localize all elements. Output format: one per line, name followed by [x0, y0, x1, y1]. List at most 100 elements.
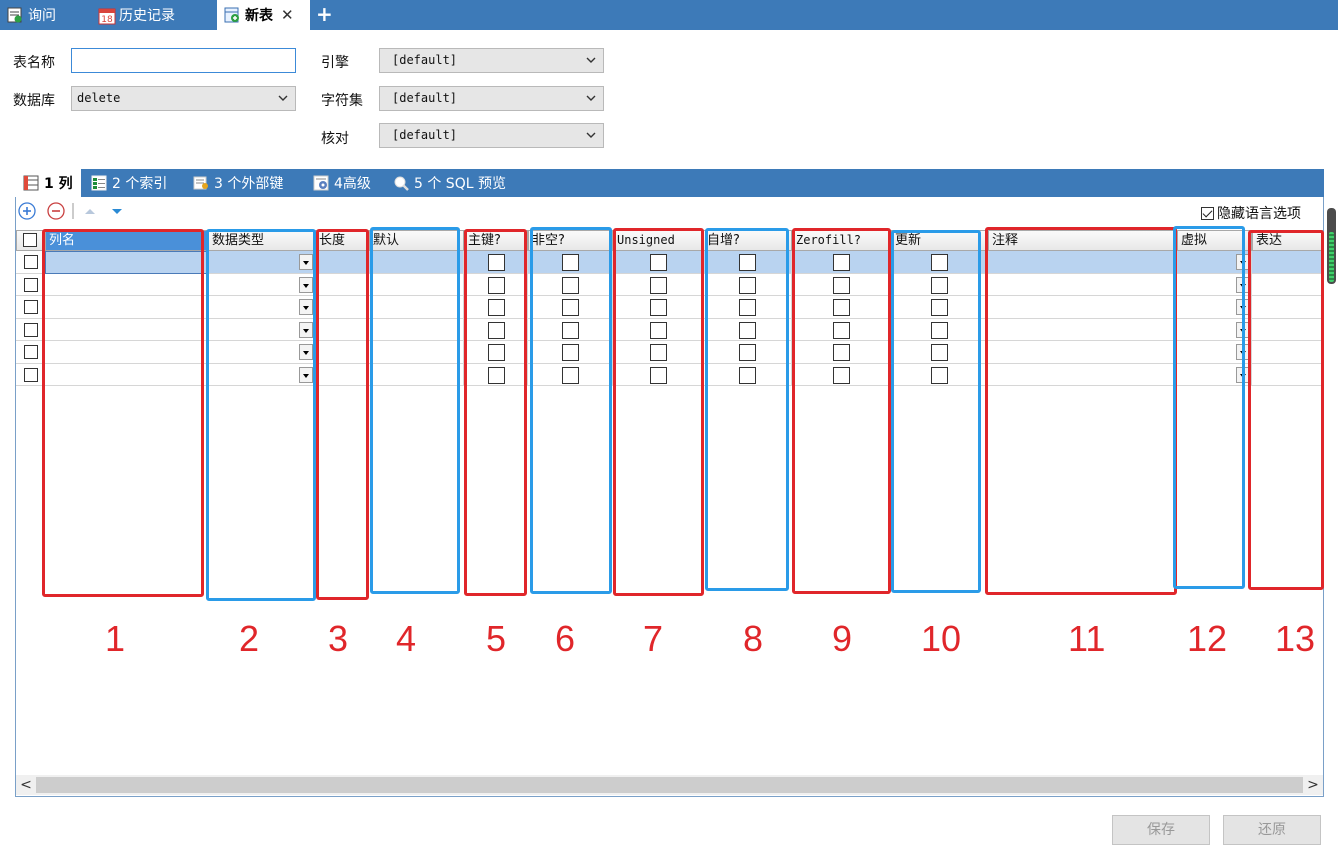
tab-new-table[interactable]: 新表 ✕	[217, 0, 310, 30]
collation-value: [default]	[392, 128, 458, 142]
subtab-sql-preview[interactable]: 5 个 SQL 预览	[393, 169, 506, 197]
minus-circle-icon	[47, 202, 65, 220]
tab-history[interactable]: 18 历史记录	[98, 0, 175, 30]
annotation-number-7: 7	[643, 618, 664, 659]
chevron-down-icon	[586, 95, 596, 101]
charset-value: [default]	[392, 91, 458, 105]
chevron-right-icon[interactable]: >	[1305, 777, 1321, 793]
hide-language-checkbox[interactable]	[1201, 206, 1214, 220]
collation-select[interactable]: [default]	[379, 123, 604, 148]
subtab-label: 3 个外部键	[214, 176, 284, 192]
calendar-icon: 18	[98, 7, 116, 25]
remove-column-button[interactable]	[47, 202, 65, 220]
annotation-number-1: 1	[105, 618, 126, 659]
svg-text:18: 18	[101, 15, 113, 25]
row-select-checkbox[interactable]	[24, 277, 38, 292]
annotation-number-5: 5	[486, 618, 507, 659]
save-button[interactable]: 保存	[1112, 815, 1210, 845]
document-tab-bar: 询问 18 历史记录 新表 ✕ +	[0, 0, 1338, 30]
annotation-box-5	[464, 229, 527, 596]
tab-query[interactable]: 询问	[7, 0, 56, 30]
horizontal-scrollbar[interactable]: < >	[16, 775, 1323, 795]
table-name-input[interactable]	[71, 48, 296, 73]
row-select-checkbox[interactable]	[24, 345, 38, 359]
row-select-checkbox[interactable]	[24, 322, 38, 337]
move-up-button[interactable]	[81, 202, 99, 220]
charset-label: 字符集	[321, 93, 363, 109]
subtab-columns[interactable]: 1 列	[15, 169, 81, 197]
annotation-number-9: 9	[832, 618, 853, 659]
select-all-checkbox[interactable]	[23, 233, 37, 247]
annotation-number-6: 6	[555, 618, 576, 659]
annotation-number-10: 10	[921, 618, 962, 659]
row-select-checkbox[interactable]	[24, 300, 38, 314]
annotation-box-1	[42, 229, 204, 597]
subtab-label: 4高级	[334, 176, 371, 192]
database-value: delete	[77, 91, 121, 105]
move-down-button[interactable]	[108, 202, 126, 220]
foreign-key-icon	[193, 175, 209, 191]
arrow-up-icon	[85, 209, 95, 214]
subtab-label: 2 个索引	[112, 176, 168, 192]
row-select-cell[interactable]	[16, 296, 45, 319]
add-column-button[interactable]	[18, 202, 36, 220]
annotation-box-8	[705, 228, 789, 591]
row-select-cell[interactable]	[16, 273, 45, 296]
annotation-box-4	[370, 227, 460, 594]
chevron-down-icon	[586, 57, 596, 63]
subtab-foreign-keys[interactable]: 3 个外部键	[193, 169, 283, 197]
annotation-number-13: 13	[1275, 618, 1316, 659]
tab-label: 历史记录	[119, 8, 175, 24]
annotation-box-11	[985, 227, 1177, 595]
annotation-number-4: 4	[396, 618, 417, 659]
engine-label: 引擎	[321, 55, 349, 71]
annotation-box-7	[613, 228, 704, 596]
revert-button[interactable]: 还原	[1223, 815, 1321, 845]
charset-select[interactable]: [default]	[379, 86, 604, 111]
row-select-cell[interactable]	[16, 341, 45, 364]
design-tab-bar: 1 列 2 个索引 3 个外部键 4高级 5 个 SQL 预览	[15, 169, 1324, 197]
chevron-left-icon[interactable]: <	[18, 777, 34, 793]
select-all-header[interactable]	[16, 230, 45, 251]
annotation-box-9	[792, 228, 891, 594]
table-name-label: 表名称	[13, 55, 55, 71]
row-select-checkbox[interactable]	[24, 367, 38, 382]
vertical-scroll-thumb[interactable]	[1327, 208, 1336, 284]
engine-select[interactable]: [default]	[379, 48, 604, 73]
subtab-label: 1 列	[44, 176, 73, 192]
annotation-number-12: 12	[1187, 618, 1228, 659]
hide-language-option[interactable]: 隐藏语言选项	[1201, 203, 1301, 223]
hide-language-label: 隐藏语言选项	[1217, 206, 1301, 222]
plus-circle-icon	[18, 202, 36, 220]
subtab-advanced[interactable]: 4高级	[313, 169, 371, 197]
engine-value: [default]	[392, 53, 458, 67]
annotation-box-3	[316, 229, 369, 600]
row-select-checkbox[interactable]	[24, 255, 38, 269]
annotation-box-13	[1248, 230, 1324, 590]
close-icon[interactable]: ✕	[281, 6, 294, 24]
advanced-icon	[313, 175, 329, 191]
toolbar-divider	[72, 203, 74, 219]
annotation-box-10	[891, 230, 981, 593]
row-select-cell[interactable]	[16, 363, 45, 386]
tab-label: 新表	[245, 8, 273, 24]
new-table-icon	[224, 7, 240, 23]
chevron-down-icon	[278, 95, 288, 101]
annotation-number-11: 11	[1068, 618, 1106, 659]
add-tab-icon[interactable]: +	[316, 2, 333, 26]
annotation-number-8: 8	[743, 618, 764, 659]
annotation-number-3: 3	[328, 618, 349, 659]
subtab-indexes[interactable]: 2 个索引	[91, 169, 167, 197]
arrow-down-icon	[112, 209, 122, 214]
row-select-cell[interactable]	[16, 318, 45, 341]
chevron-down-icon	[586, 132, 596, 138]
index-icon	[91, 175, 107, 191]
database-select[interactable]: delete	[71, 86, 296, 111]
horizontal-scroll-thumb[interactable]	[36, 777, 1303, 793]
annotation-box-12	[1173, 226, 1245, 589]
query-icon	[7, 7, 23, 23]
sql-preview-icon	[393, 175, 409, 191]
annotation-number-2: 2	[239, 618, 260, 659]
annotation-box-2	[206, 229, 316, 601]
row-select-cell[interactable]	[16, 251, 45, 274]
